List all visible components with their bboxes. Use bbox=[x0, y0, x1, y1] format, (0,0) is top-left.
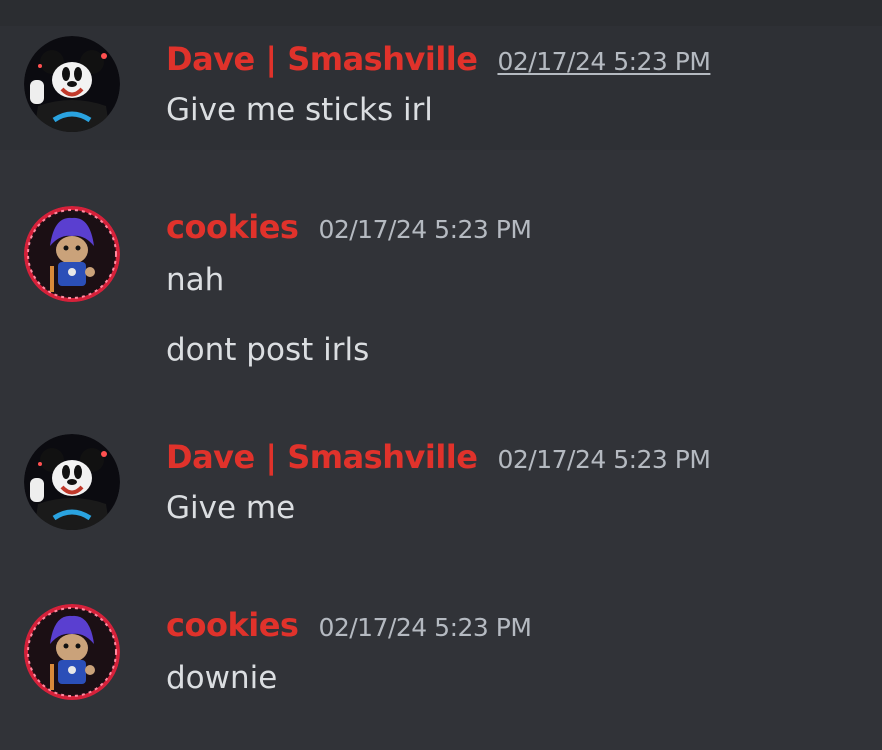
username[interactable]: Dave | Smashville bbox=[166, 40, 478, 78]
troll-doll-avatar-icon[interactable] bbox=[24, 206, 120, 302]
top-divider-strip bbox=[0, 0, 882, 26]
mickey-avatar-icon[interactable] bbox=[24, 36, 120, 132]
message-text: Give me sticks irl bbox=[166, 92, 433, 128]
message-text: Give me bbox=[166, 490, 296, 526]
timestamp[interactable]: 02/17/24 5:23 PM bbox=[318, 613, 531, 642]
timestamp[interactable]: 02/17/24 5:23 PM bbox=[497, 47, 710, 76]
message-group[interactable]: cookies 02/17/24 5:23 PM downie bbox=[0, 590, 882, 720]
message-text: nah bbox=[166, 262, 225, 298]
username[interactable]: cookies bbox=[166, 208, 299, 246]
message-group[interactable]: cookies 02/17/24 5:23 PM nah dont post i… bbox=[0, 190, 882, 380]
username[interactable]: Dave | Smashville bbox=[166, 438, 478, 476]
message-text: dont post irls bbox=[166, 332, 370, 368]
username[interactable]: cookies bbox=[166, 606, 299, 644]
timestamp[interactable]: 02/17/24 5:23 PM bbox=[318, 215, 531, 244]
message-group[interactable]: Dave | Smashville 02/17/24 5:23 PM Give … bbox=[0, 26, 882, 150]
message-header: Dave | Smashville 02/17/24 5:23 PM bbox=[166, 40, 711, 78]
message-header: Dave | Smashville 02/17/24 5:23 PM bbox=[166, 438, 711, 476]
message-group[interactable]: Dave | Smashville 02/17/24 5:23 PM Give … bbox=[0, 420, 882, 550]
message-header: cookies 02/17/24 5:23 PM bbox=[166, 606, 532, 644]
timestamp[interactable]: 02/17/24 5:23 PM bbox=[497, 445, 710, 474]
message-text: downie bbox=[166, 660, 278, 696]
troll-doll-avatar-icon[interactable] bbox=[24, 604, 120, 700]
mickey-avatar-icon[interactable] bbox=[24, 434, 120, 530]
message-header: cookies 02/17/24 5:23 PM bbox=[166, 208, 532, 246]
